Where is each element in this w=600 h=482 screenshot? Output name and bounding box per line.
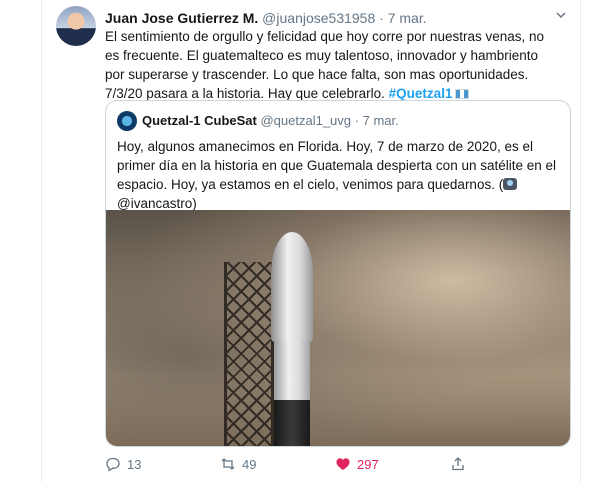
retweet-icon (220, 456, 236, 472)
retweet-count: 49 (242, 456, 257, 472)
tweet-actions: 13 49 297 (105, 453, 535, 477)
author-handle[interactable]: @juanjose531958 (262, 10, 375, 26)
quote-mention[interactable]: @ivancastro) (117, 196, 197, 211)
quote-author-handle[interactable]: @quetzal1_uvg (260, 113, 351, 128)
quote-avatar[interactable] (117, 111, 137, 131)
quote-author-name[interactable]: Quetzal-1 CubeSat (142, 113, 257, 128)
rocket-photo[interactable] (106, 210, 570, 446)
reply-icon (105, 456, 121, 472)
retweet-button[interactable]: 49 (220, 456, 256, 472)
rocket-band (274, 400, 310, 446)
like-count: 297 (357, 456, 379, 472)
quoted-tweet[interactable]: Quetzal-1 CubeSat @quetzal1_uvg · 7 mar.… (105, 100, 571, 447)
tweet-text: El sentimiento de orgullo y felicidad qu… (105, 27, 560, 103)
tweet-header: Juan Jose Gutierrez M. @juanjose531958 ·… (105, 9, 560, 27)
quote-header: Quetzal-1 CubeSat @quetzal1_uvg · 7 mar. (142, 112, 399, 130)
author-avatar[interactable] (56, 6, 96, 46)
rocket-fairing (271, 232, 313, 342)
share-button[interactable] (450, 456, 466, 472)
header-separator: · (379, 10, 384, 26)
tweet-time[interactable]: 7 mar. (388, 10, 427, 26)
reply-count: 13 (127, 456, 142, 472)
quote-text: Hoy, algunos amanecimos en Florida. Hoy,… (117, 137, 559, 213)
share-icon (450, 456, 466, 472)
hashtag-link[interactable]: #Quetzal1 (389, 86, 453, 101)
chevron-down-icon[interactable] (552, 8, 570, 26)
author-name[interactable]: Juan Jose Gutierrez M. (105, 10, 258, 26)
launch-tower (224, 262, 274, 446)
heart-icon (335, 456, 351, 472)
tweet-card[interactable]: Juan Jose Gutierrez M. @juanjose531958 ·… (41, 0, 581, 482)
quote-text-body: Hoy, algunos amanecimos en Florida. Hoy,… (117, 139, 557, 192)
tweet-text-main: El sentimiento de orgullo y felicidad qu… (105, 29, 545, 101)
reply-button[interactable]: 13 (105, 456, 141, 472)
like-button[interactable]: 297 (335, 456, 379, 472)
quote-time[interactable]: 7 mar. (363, 113, 399, 128)
quote-separator: · (354, 113, 359, 128)
camera-icon (503, 178, 518, 190)
guatemala-flag-icon (455, 89, 470, 99)
